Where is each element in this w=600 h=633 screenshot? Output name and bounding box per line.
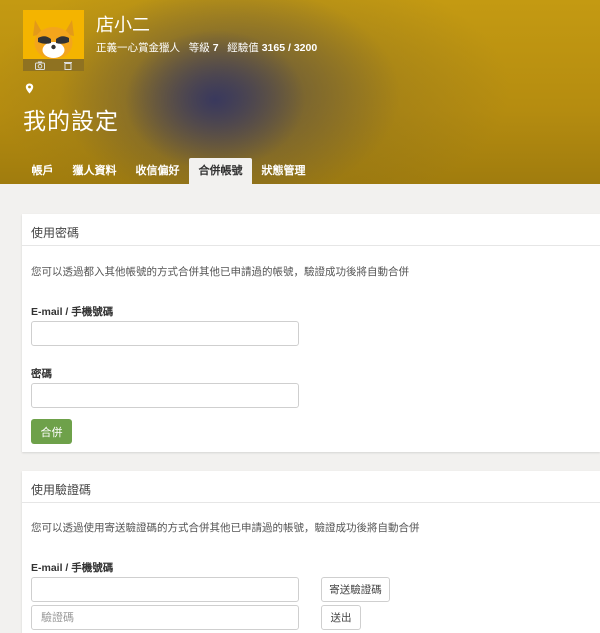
password-input[interactable]	[31, 383, 299, 408]
tab-hunter-profile[interactable]: 獵人資料	[63, 158, 126, 184]
avatar-toolbar	[23, 59, 84, 71]
merge-button[interactable]: 合併	[31, 419, 72, 444]
password-section-title: 使用密碼	[31, 226, 80, 240]
user-name: 店小二	[96, 15, 150, 35]
user-title: 正義一心賞金獵人	[96, 42, 180, 54]
tab-account[interactable]: 帳戶	[22, 158, 63, 184]
divider	[22, 502, 600, 503]
divider	[22, 245, 600, 246]
code-section-title: 使用驗證碼	[31, 483, 92, 497]
email-phone-label: E-mail / 手機號碼	[31, 306, 114, 318]
code-merge-card: 使用驗證碼 您可以透過使用寄送驗證碼的方式合併其他已申請過的帳號，驗證成功後將自…	[22, 471, 600, 633]
camera-icon[interactable]	[35, 61, 45, 70]
settings-tabs: 帳戶 獵人資料 收信偏好 合併帳號 狀態管理	[22, 158, 315, 184]
exp-value: 3165 / 3200	[261, 42, 318, 54]
code-email-phone-label: E-mail / 手機號碼	[31, 562, 114, 574]
tab-merge-accounts[interactable]: 合併帳號	[189, 158, 252, 184]
password-merge-card: 使用密碼 您可以透過都入其他帳號的方式合併其他已申請過的帳號，驗證成功後將自動合…	[22, 214, 600, 452]
tab-status-management[interactable]: 狀態管理	[252, 158, 315, 184]
email-phone-input[interactable]	[31, 321, 299, 346]
avatar[interactable]	[23, 10, 84, 71]
submit-button[interactable]: 送出	[321, 605, 361, 630]
verification-code-input[interactable]	[31, 605, 299, 630]
level-label: 等級	[188, 42, 210, 54]
page-title: 我的設定	[23, 108, 119, 134]
send-code-button[interactable]: 寄送驗證碼	[321, 577, 390, 602]
profile-header: 店小二 正義一心賞金獵人 等級 7 經驗值 3165 / 3200 我的設定 帳…	[0, 0, 600, 184]
user-meta: 正義一心賞金獵人 等級 7 經驗值 3165 / 3200	[96, 40, 317, 55]
level-value: 7	[212, 42, 219, 54]
trash-icon[interactable]	[63, 61, 73, 70]
tab-mail-preferences[interactable]: 收信偏好	[126, 158, 189, 184]
code-section-description: 您可以透過使用寄送驗證碼的方式合併其他已申請過的帳號，驗證成功後將自動合併	[31, 522, 420, 534]
code-email-phone-input[interactable]	[31, 577, 299, 602]
exp-label: 經驗值	[227, 42, 259, 54]
password-label: 密碼	[31, 368, 52, 380]
location-pin-icon	[25, 81, 34, 99]
password-section-description: 您可以透過都入其他帳號的方式合併其他已申請過的帳號，驗證成功後將自動合併	[31, 266, 409, 278]
